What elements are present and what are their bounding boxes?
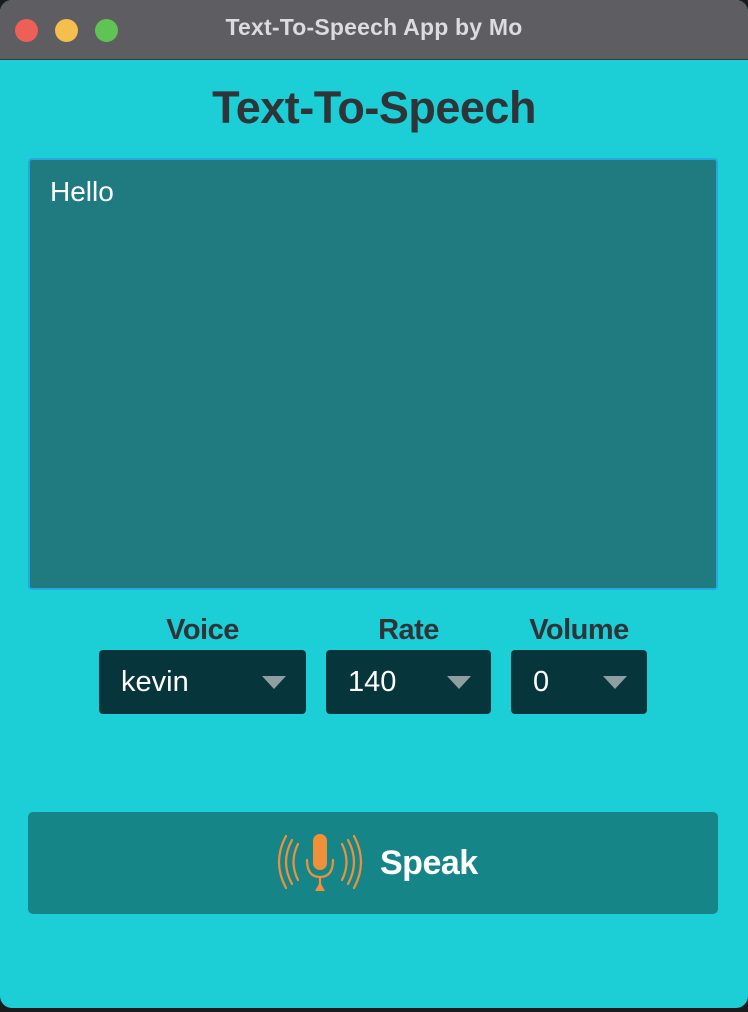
volume-selected-value: 0 (533, 666, 550, 698)
microphone-broadcast-icon (277, 834, 363, 891)
chevron-down-icon (603, 676, 627, 689)
chevron-down-icon (262, 676, 286, 689)
speech-text-input[interactable] (28, 158, 718, 590)
voice-selected-value: kevin (121, 666, 189, 698)
app-window: Text-To-Speech App by Mo Text-To-Speech … (0, 0, 748, 1008)
volume-dropdown[interactable]: 0 (511, 650, 647, 714)
rate-label: Rate (378, 614, 439, 646)
rate-dropdown[interactable]: 140 (326, 650, 491, 714)
chevron-down-icon (447, 676, 471, 689)
volume-label: Volume (529, 614, 629, 646)
speak-button[interactable]: Speak (28, 812, 718, 914)
voice-label: Voice (166, 614, 239, 646)
title-bar[interactable]: Text-To-Speech App by Mo (0, 0, 748, 60)
voice-dropdown[interactable]: kevin (99, 650, 306, 714)
rate-selected-value: 140 (348, 666, 397, 698)
window-title: Text-To-Speech App by Mo (225, 14, 523, 40)
app-heading: Text-To-Speech (212, 82, 536, 133)
speak-button-label: Speak (380, 844, 478, 882)
